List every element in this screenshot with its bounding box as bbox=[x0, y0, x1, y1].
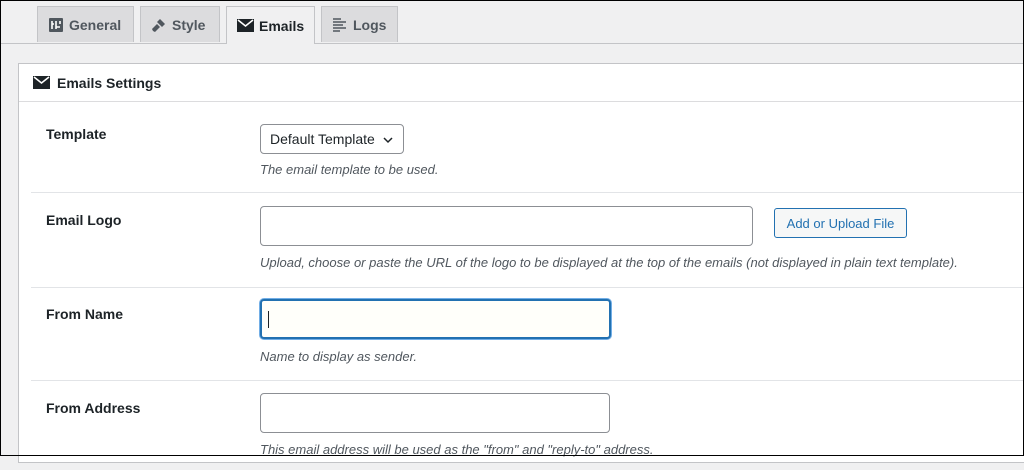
tab-label: Logs bbox=[353, 16, 387, 33]
panel-title: Emails Settings bbox=[57, 74, 162, 91]
emails-settings-panel: Emails Settings Template Default Templat… bbox=[18, 63, 1024, 463]
panel-header: Emails Settings bbox=[19, 64, 1024, 102]
from-name-description: Name to display as sender. bbox=[260, 349, 418, 364]
email-logo-input[interactable] bbox=[260, 206, 753, 246]
email-logo-row: Email Logo Add or Upload File Upload, ch… bbox=[31, 192, 1024, 288]
email-logo-label: Email Logo bbox=[46, 212, 122, 228]
add-or-upload-file-button[interactable]: Add or Upload File bbox=[774, 208, 907, 238]
from-name-label: From Name bbox=[46, 306, 124, 322]
tab-style[interactable]: Style bbox=[140, 6, 220, 42]
list-lines-icon bbox=[332, 17, 348, 32]
from-address-input[interactable] bbox=[260, 393, 610, 433]
from-address-description: This email address will be used as the "… bbox=[260, 442, 654, 457]
text-caret bbox=[268, 311, 269, 328]
email-logo-description: Upload, choose or paste the URL of the l… bbox=[260, 255, 958, 270]
paintbrush-icon bbox=[151, 17, 167, 33]
template-select[interactable]: Default Template bbox=[260, 124, 404, 154]
tab-label: General bbox=[69, 16, 122, 33]
from-name-input[interactable] bbox=[260, 299, 611, 339]
template-description: The email template to be used. bbox=[260, 162, 439, 177]
template-selected-value: Default Template bbox=[270, 131, 375, 147]
settings-tabs: General Style Emails Logs bbox=[0, 0, 1024, 44]
tab-logs[interactable]: Logs bbox=[321, 6, 398, 42]
tab-emails[interactable]: Emails bbox=[226, 6, 315, 44]
template-label: Template bbox=[46, 126, 107, 142]
tab-label: Emails bbox=[259, 17, 305, 34]
envelope-icon bbox=[33, 76, 50, 89]
from-address-label: From Address bbox=[46, 400, 141, 416]
from-name-row: From Name Name to display as sender. bbox=[31, 287, 1024, 381]
tab-general[interactable]: General bbox=[37, 6, 134, 42]
chevron-down-icon bbox=[382, 133, 394, 149]
template-row: Template Default Template The email temp… bbox=[31, 102, 1024, 193]
from-address-row: From Address This email address will be … bbox=[31, 380, 1024, 470]
general-settings-icon bbox=[48, 17, 64, 33]
envelope-icon bbox=[237, 19, 254, 32]
tab-label: Style bbox=[172, 16, 206, 33]
